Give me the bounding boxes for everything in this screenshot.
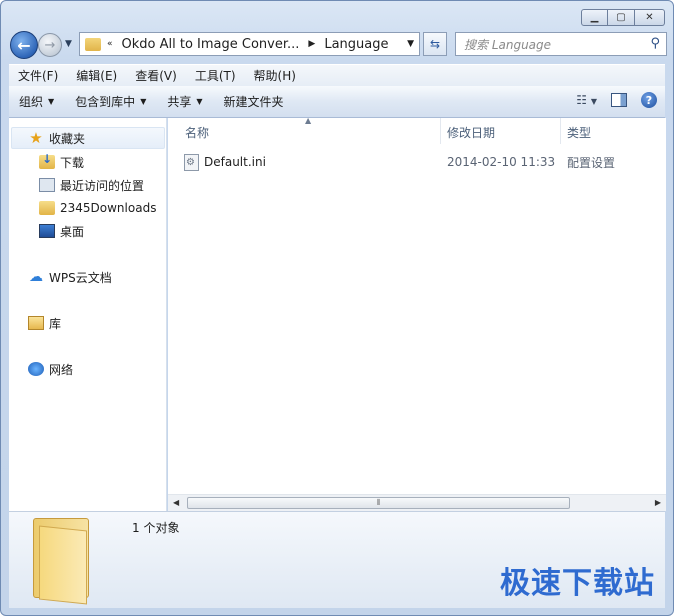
close-icon: ✕	[645, 12, 654, 23]
menu-edit[interactable]: 编辑(E)	[67, 67, 126, 84]
scrollbar-thumb[interactable]: ⦀	[187, 497, 570, 509]
scroll-left-icon[interactable]: ◀	[173, 498, 179, 507]
help-icon[interactable]: ?	[641, 92, 657, 108]
sidebar-item-label: 库	[49, 316, 62, 331]
preview-pane-icon[interactable]	[611, 93, 627, 107]
forward-button[interactable]: →	[38, 33, 62, 57]
address-overflow[interactable]: «	[107, 39, 113, 49]
grip-icon: ⦀	[376, 498, 381, 507]
include-in-library-button[interactable]: 包含到库中 ▼	[65, 93, 157, 110]
watermark-text: 极速下载站	[500, 566, 655, 601]
file-list-pane: ▲ 名称 修改日期 类型 Default.ini 2014-02-10 11:3…	[168, 116, 666, 511]
library-icon	[28, 316, 44, 330]
sidebar-item-wps-cloud[interactable]: ☁ WPS云文档	[28, 266, 112, 288]
column-divider[interactable]	[440, 118, 441, 144]
file-name: Default.ini	[204, 155, 266, 169]
address-bar[interactable]: « Okdo All to Image Conver... ▶ Language…	[79, 32, 420, 56]
network-icon	[28, 362, 44, 376]
explorer-window: ▁ ▢ ✕ ← → ▼ « Okdo All to Image Conver..…	[0, 0, 674, 616]
minimize-icon: ▁	[590, 12, 599, 23]
arrow-right-icon: →	[44, 37, 56, 53]
table-row[interactable]: Default.ini 2014-02-10 11:33 配置设置	[184, 152, 664, 172]
command-bar-right: ☷ ▼ ?	[576, 92, 657, 108]
minimize-button[interactable]: ▁	[581, 9, 608, 26]
file-type: 配置设置	[567, 155, 616, 170]
caption-buttons: ▁ ▢ ✕	[581, 9, 665, 26]
arrow-left-icon: ←	[17, 35, 31, 55]
column-headers: ▲ 名称 修改日期 类型	[168, 116, 666, 144]
back-button[interactable]: ←	[10, 31, 38, 59]
horizontal-scrollbar[interactable]: ◀ ⦀ ▶	[168, 494, 666, 511]
share-button[interactable]: 共享 ▼	[157, 93, 213, 110]
sidebar-item-label: 最近访问的位置	[60, 178, 145, 193]
sidebar-item-label: 收藏夹	[49, 131, 86, 146]
sidebar-item-label: 桌面	[60, 224, 85, 239]
sidebar-item-label: 网络	[49, 362, 74, 377]
recent-places-icon	[39, 178, 55, 192]
scroll-right-icon[interactable]: ▶	[655, 498, 661, 507]
share-label: 共享	[167, 95, 192, 109]
include-library-label: 包含到库中	[75, 95, 136, 109]
breadcrumb-segment-current[interactable]: Language	[324, 37, 388, 52]
breadcrumb-separator-icon[interactable]: ▶	[308, 39, 315, 49]
chevron-down-icon: ▼	[196, 97, 203, 106]
column-header-name[interactable]: 名称	[185, 124, 209, 141]
item-count: 1 个对象	[132, 521, 180, 535]
chevron-down-icon: ▼	[65, 39, 72, 49]
breadcrumb-segment[interactable]: Okdo All to Image Conver...	[122, 37, 300, 52]
folder-icon	[33, 518, 89, 605]
cloud-icon: ☁	[29, 269, 43, 285]
folder-icon	[85, 37, 101, 51]
address-dropdown-icon[interactable]: ▼	[407, 39, 414, 49]
config-file-icon	[184, 153, 199, 171]
sidebar-item-label: 2345Downloads	[60, 201, 157, 215]
close-button[interactable]: ✕	[635, 9, 665, 26]
sidebar-item-libraries[interactable]: 库	[28, 312, 61, 334]
file-date: 2014-02-10 11:33	[447, 155, 556, 169]
download-folder-icon	[39, 152, 55, 169]
menu-file[interactable]: 文件(F)	[9, 67, 67, 84]
view-options-button[interactable]: ☷ ▼	[576, 93, 597, 107]
organize-button[interactable]: 组织 ▼	[9, 93, 65, 110]
sidebar-item-recent-places[interactable]: 最近访问的位置	[39, 174, 144, 196]
navigation-pane: ★ 收藏夹 下载 最近访问的位置 2345Downloads 桌面 ☁ WPS云…	[9, 118, 167, 511]
refresh-button[interactable]: ⇆	[423, 32, 447, 56]
new-folder-button[interactable]: 新建文件夹	[214, 93, 295, 110]
column-divider[interactable]	[560, 118, 561, 144]
chevron-down-icon: ▼	[590, 97, 597, 106]
sidebar-item-network[interactable]: 网络	[28, 358, 73, 380]
search-icon[interactable]: ⚲	[650, 36, 660, 51]
command-bar: 组织 ▼ 包含到库中 ▼ 共享 ▼ 新建文件夹 ☷ ▼ ?	[9, 86, 665, 118]
star-icon: ★	[29, 129, 43, 147]
sidebar-item-label: WPS云文档	[49, 270, 112, 285]
sort-ascending-icon: ▲	[305, 116, 312, 125]
sidebar-item-desktop[interactable]: 桌面	[39, 220, 84, 242]
sidebar-item-favorites[interactable]: ★ 收藏夹	[11, 127, 165, 149]
navigation-bar: ← → ▼ « Okdo All to Image Conver... ▶ La…	[10, 31, 667, 59]
details-pane: 1 个对象 极速下载站	[9, 511, 665, 608]
column-header-date[interactable]: 修改日期	[447, 124, 495, 141]
new-folder-label: 新建文件夹	[223, 95, 284, 109]
sidebar-item-label: 下载	[60, 155, 85, 170]
menu-view[interactable]: 查看(V)	[126, 67, 186, 84]
sidebar-item-2345downloads[interactable]: 2345Downloads	[39, 197, 156, 219]
menu-help[interactable]: 帮助(H)	[245, 67, 305, 84]
history-dropdown[interactable]: ▼	[65, 39, 72, 49]
menu-tools[interactable]: 工具(T)	[186, 67, 245, 84]
view-icon: ☷	[576, 93, 588, 107]
refresh-icon: ⇆	[429, 37, 441, 51]
maximize-icon: ▢	[616, 12, 626, 23]
desktop-icon	[39, 224, 55, 238]
maximize-button[interactable]: ▢	[608, 9, 635, 26]
search-placeholder: 搜索 Language	[464, 37, 552, 52]
sidebar-item-downloads[interactable]: 下载	[39, 151, 84, 173]
chevron-down-icon: ▼	[48, 97, 55, 106]
search-input[interactable]: 搜索 Language ⚲	[455, 32, 667, 56]
menu-bar: 文件(F) 编辑(E) 查看(V) 工具(T) 帮助(H)	[9, 64, 665, 86]
chevron-down-icon: ▼	[140, 97, 147, 106]
organize-label: 组织	[19, 95, 44, 109]
column-header-type[interactable]: 类型	[567, 124, 591, 141]
folder-icon	[39, 201, 55, 215]
